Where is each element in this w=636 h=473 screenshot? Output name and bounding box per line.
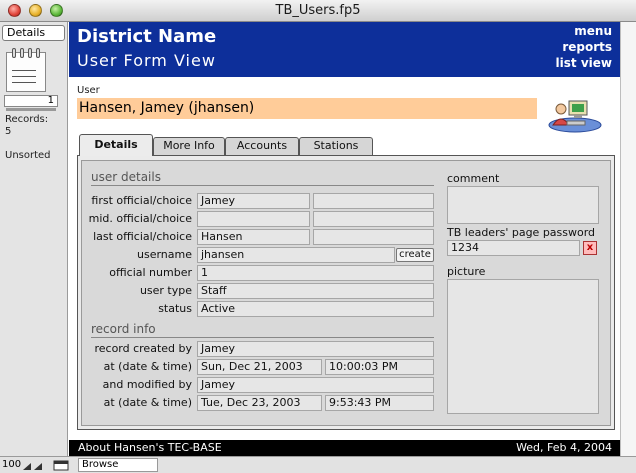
picture-label: picture	[447, 265, 486, 278]
record-info-heading: record info	[91, 322, 156, 336]
created-by-field[interactable]: Jamey	[197, 341, 434, 357]
created-date-field[interactable]: Sun, Dec 21, 2003	[197, 359, 322, 375]
user-type-field[interactable]: Staff	[197, 283, 434, 299]
record-book[interactable]: 1	[4, 48, 58, 112]
book-ring-icon	[28, 48, 32, 58]
username-field[interactable]: jhansen	[197, 247, 395, 263]
book-line	[12, 76, 36, 77]
records-label: Records: 5	[5, 114, 48, 138]
menu-link[interactable]: menu	[574, 24, 612, 38]
user-type-label: user type	[139, 284, 192, 297]
first-official-field[interactable]: Jamey	[197, 193, 310, 209]
last-choice-field[interactable]	[313, 229, 434, 245]
form-body: User Hansen, Jamey (jhansen) Details Mor…	[69, 77, 620, 440]
vertical-scrollbar[interactable]	[620, 22, 636, 456]
create-button[interactable]: create	[396, 248, 434, 262]
tab-stations[interactable]: Stations	[299, 137, 373, 155]
details-panel-inner: user details first official/choice Jamey…	[81, 160, 611, 426]
modified-date-field[interactable]: Tue, Dec 23, 2003	[197, 395, 322, 411]
status-label: status	[158, 302, 192, 315]
comment-label: comment	[447, 172, 500, 185]
user-details-heading: user details	[91, 170, 161, 184]
password-field[interactable]: 1234	[447, 240, 580, 256]
created-at-label: at (date & time)	[103, 360, 192, 373]
about-link[interactable]: About Hansen's TEC-BASE	[78, 440, 222, 456]
user-name-field: Hansen, Jamey (jhansen)	[77, 98, 537, 119]
official-number-label: official number	[109, 266, 192, 279]
status-area: Details 1 Records: 5 Unsorted	[0, 22, 68, 456]
username-label: username	[137, 248, 192, 261]
records-caption: Records:	[5, 114, 49, 125]
status-field[interactable]: Active	[197, 301, 434, 317]
mid-name-label: mid. official/choice	[88, 212, 192, 225]
book-ring-icon	[20, 48, 24, 58]
password-label: TB leaders' page password	[447, 226, 596, 239]
picture-container[interactable]	[447, 279, 599, 414]
list-view-link[interactable]: list view	[556, 56, 612, 70]
first-choice-field[interactable]	[313, 193, 434, 209]
layout-menu[interactable]: Details	[2, 25, 65, 41]
footer-date: Wed, Feb 4, 2004	[516, 441, 612, 454]
record-slider[interactable]	[6, 108, 56, 111]
modified-at-label: at (date & time)	[103, 396, 192, 409]
modified-time-field[interactable]: 9:53:43 PM	[325, 395, 434, 411]
title-bar: TB_Users.fp5	[0, 0, 636, 22]
book-line	[12, 70, 36, 71]
zoom-level[interactable]: 100	[2, 459, 21, 470]
last-name-label: last official/choice	[93, 230, 192, 243]
records-count: 5	[5, 126, 12, 137]
district-name: District Name	[77, 26, 217, 47]
sort-status: Unsorted	[5, 150, 51, 161]
tab-more-info[interactable]: More Info	[153, 137, 225, 155]
mid-choice-field[interactable]	[313, 211, 434, 227]
book-ring-icon	[12, 48, 16, 58]
created-by-label: record created by	[94, 342, 192, 355]
modified-by-label: and modified by	[102, 378, 192, 391]
created-time-field[interactable]: 10:00:03 PM	[325, 359, 434, 375]
computer-user-icon	[548, 100, 602, 133]
first-name-label: first official/choice	[91, 194, 192, 207]
status-bar: 100 Browse	[0, 456, 636, 473]
book-ring-icon	[36, 48, 40, 58]
mode-selector[interactable]: Browse	[78, 458, 158, 472]
official-number-field[interactable]: 1	[197, 265, 434, 281]
window-title: TB_Users.fp5	[275, 3, 361, 18]
reports-link[interactable]: reports	[562, 40, 612, 54]
clear-password-button[interactable]: x	[583, 241, 597, 255]
footer-bar: About Hansen's TEC-BASE Wed, Feb 4, 2004	[69, 440, 620, 456]
zoom-controls-icon[interactable]	[22, 460, 72, 471]
page-title: User Form View	[77, 51, 216, 70]
header-banner: District Name User Form View menu report…	[69, 22, 620, 77]
divider	[91, 185, 434, 186]
tab-details[interactable]: Details	[79, 134, 153, 156]
book-line	[12, 82, 36, 83]
tab-accounts[interactable]: Accounts	[225, 137, 299, 155]
record-number-field[interactable]: 1	[4, 95, 58, 107]
app-window: TB_Users.fp5 Details 1 Records: 5 Unsort…	[0, 0, 636, 473]
book-icon[interactable]	[6, 52, 46, 92]
details-panel: user details first official/choice Jamey…	[77, 155, 615, 430]
comment-field[interactable]	[447, 186, 599, 224]
divider	[91, 337, 434, 338]
user-caption: User	[77, 85, 100, 96]
mid-official-field[interactable]	[197, 211, 310, 227]
last-official-field[interactable]: Hansen	[197, 229, 310, 245]
modified-by-field[interactable]: Jamey	[197, 377, 434, 393]
